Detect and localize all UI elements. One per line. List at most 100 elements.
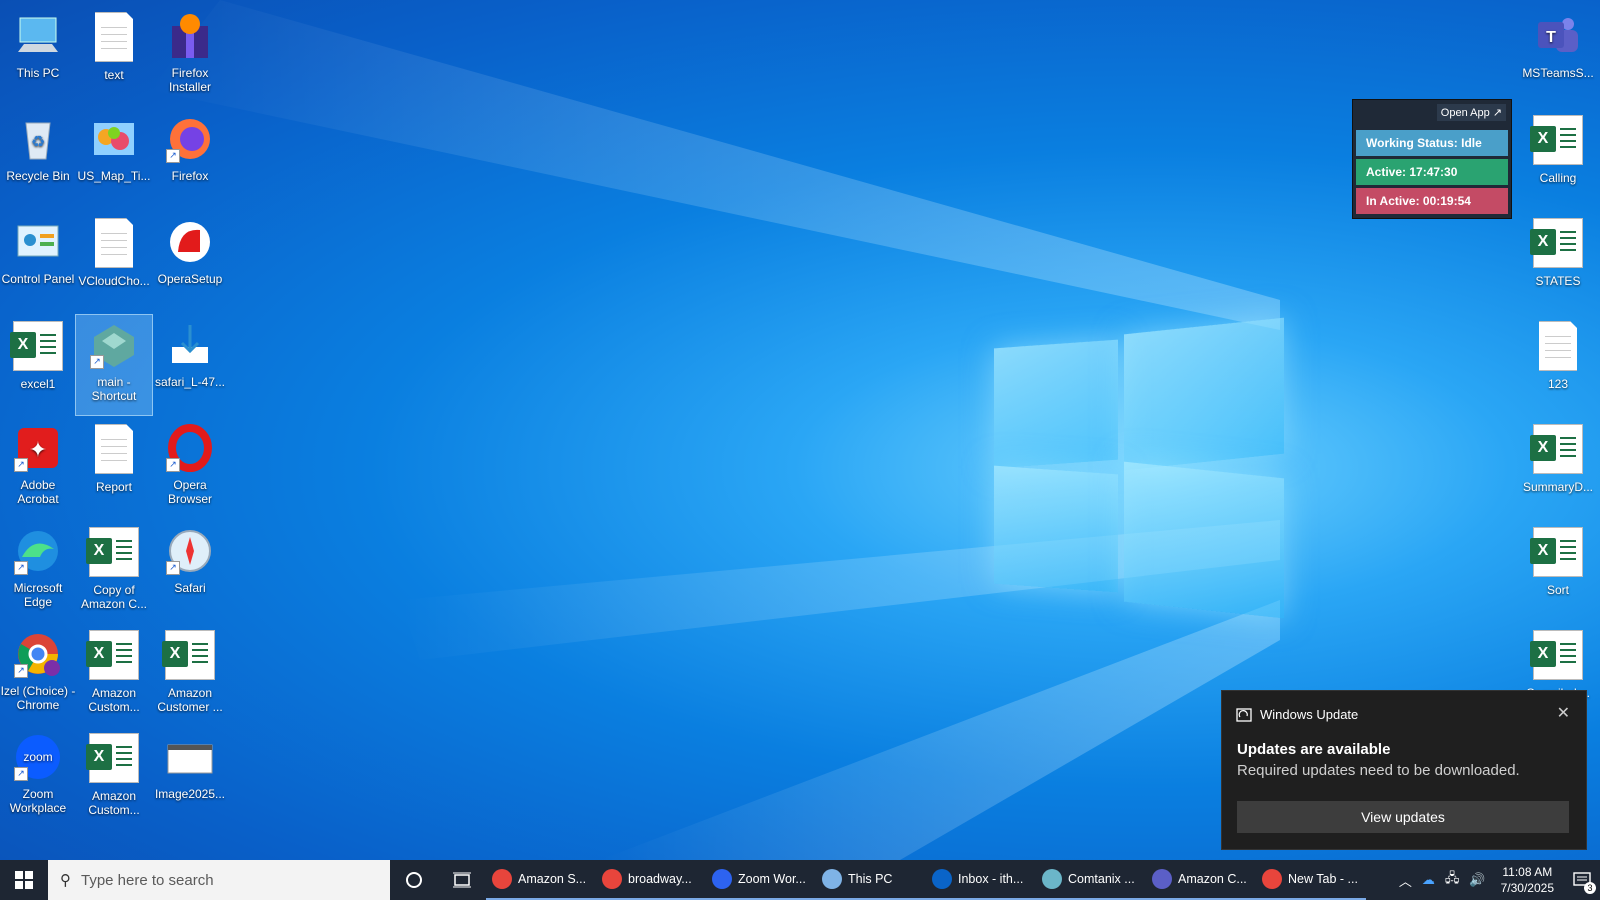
taskbar-app-label: Inbox - ith... [958, 872, 1024, 886]
taskbar-app-amazon-s[interactable]: Amazon S... [486, 860, 596, 900]
desktop-icon-safari-l-47[interactable]: safari_L-47... [152, 315, 228, 415]
open-app-button[interactable]: Open App ↗ [1436, 104, 1506, 121]
text-document-icon [95, 218, 133, 268]
desktop-icon-us-map-ti[interactable]: US_Map_Ti... [76, 109, 152, 209]
desktop-icon-firefox[interactable]: ↗ Firefox [152, 109, 228, 209]
start-button[interactable] [0, 860, 48, 900]
volume-icon[interactable]: 🔊 [1464, 872, 1490, 888]
desktop-icon-firefox-installer[interactable]: Firefox Installer [152, 6, 228, 106]
desktop-icon-zoom-workplace[interactable]: zoom ↗ Zoom Workplace [0, 727, 76, 827]
desktop-icon-control-panel[interactable]: Control Panel [0, 212, 76, 312]
task-view-icon [453, 872, 471, 888]
desktop-icon-msteamss[interactable]: T MSTeamsS... [1520, 6, 1596, 106]
desktop-icon-label: Calling [1539, 171, 1577, 185]
taskbar-app-broadway[interactable]: broadway... [596, 860, 706, 900]
action-center-button[interactable]: 3 [1564, 860, 1600, 900]
chevron-up-icon[interactable]: ︿ [1394, 871, 1417, 890]
excel-icon: X [162, 630, 215, 680]
desktop-icon-image2025[interactable]: Image2025... [152, 727, 228, 827]
search-icon: ⚲ [60, 872, 71, 889]
desktop-icon-summaryd[interactable]: X SummaryD... [1520, 418, 1596, 518]
desktop-icon-microsoft-edge[interactable]: ↗ Microsoft Edge [0, 521, 76, 621]
notification-title: Updates are available [1237, 741, 1391, 758]
desktop-icon-label: Microsoft Edge [13, 581, 63, 609]
desktop-icon-label: main - Shortcut [91, 375, 137, 403]
windows-logo-wallpaper [994, 317, 1284, 619]
image-icon [166, 733, 214, 781]
desktop-icon-states[interactable]: X STATES [1520, 212, 1596, 312]
desktop-icon-label: Adobe Acrobat [17, 478, 59, 506]
taskbar-app-this-pc[interactable]: This PC [816, 860, 926, 900]
taskbar-app-label: Amazon S... [518, 872, 587, 886]
taskbar-app-zoom-wor[interactable]: Zoom Wor... [706, 860, 816, 900]
desktop-icon-opera-browser[interactable]: ↗ Opera Browser [152, 418, 228, 518]
view-updates-button[interactable]: View updates [1237, 801, 1569, 833]
desktop-icon-label: Copy of Amazon C... [80, 583, 148, 611]
desktop-icon-vcloudcho[interactable]: VCloudCho... [76, 212, 152, 312]
download-icon [166, 321, 214, 369]
svg-text:✦: ✦ [29, 437, 47, 462]
shortcut-arrow-icon: ↗ [14, 664, 28, 678]
time-tracker-widget: Open App ↗ Working Status: Idle Active: … [1352, 99, 1512, 219]
desktop-icon-operasetup[interactable]: OperaSetup [152, 212, 228, 312]
zoom-icon: zoom ↗ [14, 733, 62, 781]
desktop-icon-label: safari_L-47... [154, 375, 226, 389]
shortcut-arrow-icon: ↗ [166, 561, 180, 575]
taskbar-app-amazon-c[interactable]: Amazon C... [1146, 860, 1256, 900]
desktop-icon-label: This PC [16, 66, 60, 80]
desktop-icon-label: excel1 [20, 377, 56, 391]
taskbar-app-label: Comtanix ... [1068, 872, 1135, 886]
desktop-icon-amazon-custom[interactable]: X Amazon Custom... [76, 624, 152, 724]
desktop-icon-main-shortcut[interactable]: ↗ main - Shortcut [75, 314, 153, 416]
desktop-icon-excel1[interactable]: Xexcel1 [0, 315, 76, 415]
windows-start-icon [15, 871, 33, 889]
desktop-icon-this-pc[interactable]: This PC [0, 6, 76, 106]
app-icon [1042, 869, 1062, 889]
shortcut-arrow-icon: ↗ [14, 458, 28, 472]
task-view-button[interactable] [438, 860, 486, 900]
desktop-icon-amazon-customer[interactable]: X Amazon Customer ... [152, 624, 228, 724]
desktop-icon-izel-choice-chrome[interactable]: ↗ Izel (Choice) - Chrome [0, 624, 76, 724]
excel-icon: X [1530, 424, 1583, 474]
windows-update-notification: Windows Update ✕ Updates are available R… [1221, 690, 1587, 850]
svg-text:♻: ♻ [31, 134, 45, 151]
windows-update-icon [1236, 707, 1252, 722]
excel-icon: X [1530, 115, 1583, 165]
app-icon [492, 869, 512, 889]
network-icon[interactable]: 🖧 [1440, 869, 1465, 891]
safari-icon: ↗ [166, 527, 214, 575]
shortcut-arrow-icon: ↗ [14, 561, 28, 575]
clock[interactable]: 11:08 AM 7/30/2025 [1491, 864, 1564, 896]
cortana-button[interactable] [390, 860, 438, 900]
taskbar-app-inbox-ith[interactable]: Inbox - ith... [926, 860, 1036, 900]
opera-icon: ↗ [166, 424, 214, 472]
desktop-icon-report[interactable]: Report [76, 418, 152, 518]
desktop-icon-sort[interactable]: X Sort [1520, 521, 1596, 621]
desktop-icon-adobe-acrobat[interactable]: ✦ ↗ Adobe Acrobat [0, 418, 76, 518]
desktop-icon-label: VCloudCho... [78, 274, 150, 288]
shortcut-arrow-icon: ↗ [14, 767, 28, 781]
teams-icon: T [1534, 12, 1582, 60]
excel-icon: X [1530, 527, 1583, 577]
taskbar-app-comtanix[interactable]: Comtanix ... [1036, 860, 1146, 900]
firefox-installer-icon [166, 12, 214, 60]
desktop-icon-copy-of-amazon-c[interactable]: X Copy of Amazon C... [76, 521, 152, 621]
desktop-icon-label: 123 [1547, 377, 1569, 391]
desktop-icon-123[interactable]: 123 [1520, 315, 1596, 415]
inactive-time: In Active: 00:19:54 [1356, 188, 1508, 214]
excel-icon: X [10, 321, 63, 371]
taskbar-app-label: Zoom Wor... [738, 872, 806, 886]
desktop-icon-amazon-custom[interactable]: X Amazon Custom... [76, 727, 152, 827]
desktop-icon-calling[interactable]: X Calling [1520, 109, 1596, 209]
onedrive-icon[interactable]: ☁ [1417, 872, 1440, 888]
text-document-icon [1539, 321, 1577, 371]
desktop-icon-text[interactable]: text [76, 6, 152, 106]
desktop-icon-label: Zoom Workplace [9, 787, 67, 815]
desktop-icon-label: Amazon Customer ... [157, 686, 223, 714]
taskbar-search-box[interactable]: ⚲ Type here to search [48, 860, 390, 900]
desktop-icon-safari[interactable]: ↗ Safari [152, 521, 228, 621]
taskbar-app-new-tab[interactable]: New Tab - ... [1256, 860, 1366, 900]
close-icon[interactable]: ✕ [1557, 703, 1570, 723]
opera-setup-icon [166, 218, 214, 266]
desktop-icon-recycle-bin[interactable]: ♻ Recycle Bin [0, 109, 76, 209]
